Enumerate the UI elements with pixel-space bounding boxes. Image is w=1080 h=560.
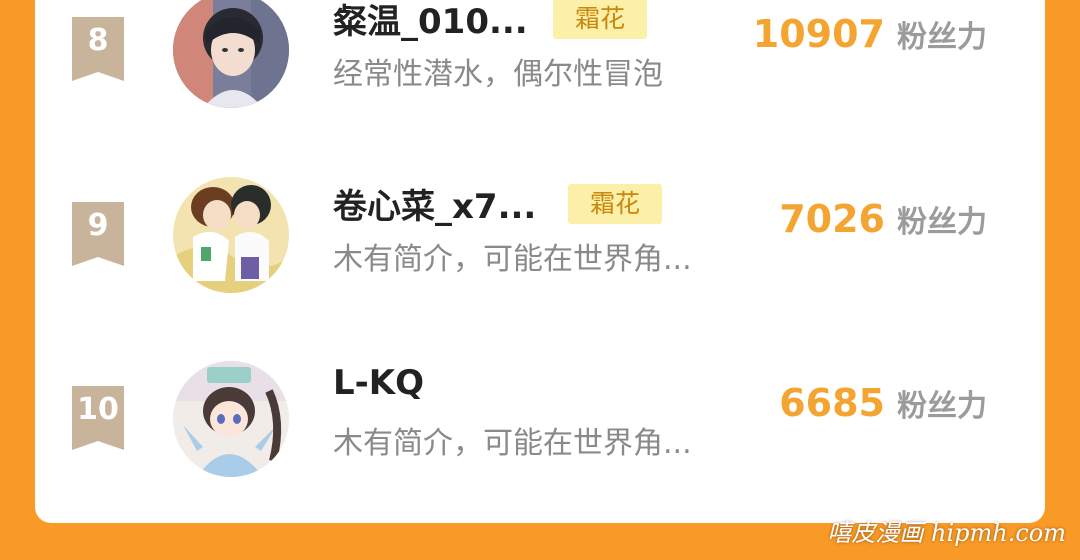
rank-number: 10 [77,392,119,427]
fan-score-unit: 粉丝力 [897,205,987,240]
fan-score-value: 7026 [779,197,885,241]
user-bio: 木有简介，可能在世界角... [333,426,692,461]
rank-badge: 9 [72,202,124,270]
level-tag: 霜花 [568,184,663,224]
fan-score-value: 10907 [752,12,885,56]
ranking-row-9[interactable]: 9 卷心菜_x7... 霜花 木有简介，可能在世界角... 7026 粉丝力 [35,177,1045,337]
fan-score-value: 6685 [779,381,885,425]
user-name[interactable]: L-KQ [333,363,424,403]
user-name[interactable]: 粲温_010... [333,0,528,43]
boy-portrait-avatar-icon [173,0,289,108]
chibi-girl-avatar-icon [173,361,289,477]
ranking-row-8[interactable]: 8 粲温_010... 霜花 经常性潜水，偶尔性冒泡 10907 粉丝力 [35,0,1045,152]
level-tag: 霜花 [553,0,648,39]
user-avatar[interactable] [173,177,289,293]
fan-score: 10907 粉丝力 [753,12,987,56]
fan-score-unit: 粉丝力 [897,389,987,424]
user-bio: 木有简介，可能在世界角... [333,242,692,277]
rank-badge: 10 [72,386,124,454]
two-girls-anime-avatar-icon [173,177,289,293]
user-bio: 经常性潜水，偶尔性冒泡 [333,57,663,92]
user-avatar[interactable] [173,361,289,477]
user-name[interactable]: 卷心菜_x7... [333,179,536,228]
ranking-card: 8 粲温_010... 霜花 经常性潜水，偶尔性冒泡 10907 粉丝力 9 卷… [35,0,1045,523]
user-avatar[interactable] [173,0,289,108]
fan-score: 6685 粉丝力 [779,381,987,425]
ranking-row-10[interactable]: 10 L-KQ 木有简介，可能在世界角... 6685 粉丝力 [35,361,1045,521]
fan-score-unit: 粉丝力 [897,20,987,55]
fan-score: 7026 粉丝力 [779,197,987,241]
rank-number: 8 [87,23,109,58]
rank-badge: 8 [72,17,124,85]
rank-number: 9 [87,208,109,243]
site-watermark: 嘻皮漫画 hipmh.com [827,519,1066,547]
